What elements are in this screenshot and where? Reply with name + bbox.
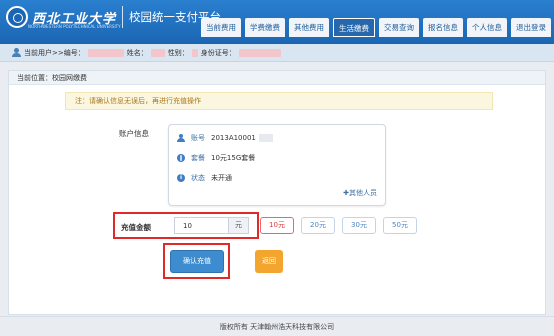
preset-50-button[interactable]: 50元	[383, 217, 417, 234]
package-row: 套餐 10元15G套餐	[177, 153, 255, 163]
account-info-label: 账户信息	[119, 129, 149, 138]
redacted-id	[87, 48, 124, 57]
amount-unit: 元	[228, 218, 248, 233]
package-value: 10元15G套餐	[211, 154, 256, 162]
main-panel: 当前位置：校园网缴费 注：请确认信息无误后，再进行充值操作 账户信息 账号 20…	[8, 70, 546, 315]
account-row: 账号 2013A10001	[177, 133, 273, 143]
status-value: 未开通	[211, 174, 232, 182]
school-name-en: NORTHWESTERN POLYTECHNICAL UNIVERSITY	[28, 24, 121, 29]
confirm-recharge-button[interactable]: 确认充值	[170, 250, 224, 273]
account-key: 账号	[191, 134, 205, 142]
package-key: 套餐	[191, 154, 205, 162]
gender-label: 性别：	[167, 48, 189, 57]
tab-registration[interactable]: 报名信息	[423, 18, 463, 37]
user-icon	[12, 48, 21, 57]
other-user-link[interactable]: ✚其他人员	[343, 188, 377, 198]
school-seal-icon	[6, 6, 28, 28]
tab-living-payment[interactable]: 生活缴费	[333, 18, 375, 37]
name-label: 姓名：	[126, 48, 148, 57]
tab-current-fees[interactable]: 当前费用	[201, 18, 241, 37]
tab-other-fees[interactable]: 其他费用	[289, 18, 329, 37]
preset-30-button[interactable]: 30元	[342, 217, 376, 234]
tab-logout[interactable]: 退出登录	[511, 18, 551, 37]
back-button[interactable]: 返回	[255, 250, 283, 273]
account-value: 2013A10001	[211, 134, 256, 142]
redacted-gender	[191, 48, 198, 57]
preset-20-button[interactable]: 20元	[301, 217, 335, 234]
main-nav: 当前费用 学费缴费 其他费用 生活缴费 交易查询 报名信息 个人信息 退出登录	[197, 18, 551, 37]
amount-input[interactable]	[175, 218, 227, 233]
tab-profile[interactable]: 个人信息	[467, 18, 507, 37]
tab-transactions[interactable]: 交易查询	[379, 18, 419, 37]
header: 西北工业大学 校园统一支付平台 NORTHWESTERN POLYTECHNIC…	[0, 0, 554, 44]
footer: 版权所有 天津翰州浩天科技有限公司	[0, 316, 554, 336]
id-card-label: 身份证号：	[200, 48, 236, 57]
info-icon: i	[177, 174, 185, 182]
amount-label: 充值金额	[121, 223, 151, 232]
notice-banner: 注：请确认信息无误后，再进行充值操作	[65, 92, 493, 110]
breadcrumb: 当前位置：校园网缴费	[9, 71, 545, 85]
status-key: 状态	[191, 174, 205, 182]
tab-tuition[interactable]: 学费缴费	[245, 18, 285, 37]
account-info-card: 账号 2013A10001 套餐 10元15G套餐 i 状态 未开通 ✚其他人员	[168, 124, 386, 206]
title-divider	[122, 6, 124, 28]
status-row: i 状态 未开通	[177, 173, 232, 183]
current-user-label: 当前用户>>编号：	[24, 48, 85, 57]
preset-10-button[interactable]: 10元	[260, 217, 294, 234]
user-info-bar: 当前用户>>编号： 姓名： 性别： 身份证号：	[0, 44, 554, 62]
redacted-id-card	[238, 48, 281, 57]
amount-field: 元	[174, 217, 249, 234]
user-icon	[177, 134, 185, 142]
redacted-name	[150, 48, 165, 57]
globe-icon	[177, 154, 185, 162]
redacted-account-suffix	[258, 134, 273, 142]
